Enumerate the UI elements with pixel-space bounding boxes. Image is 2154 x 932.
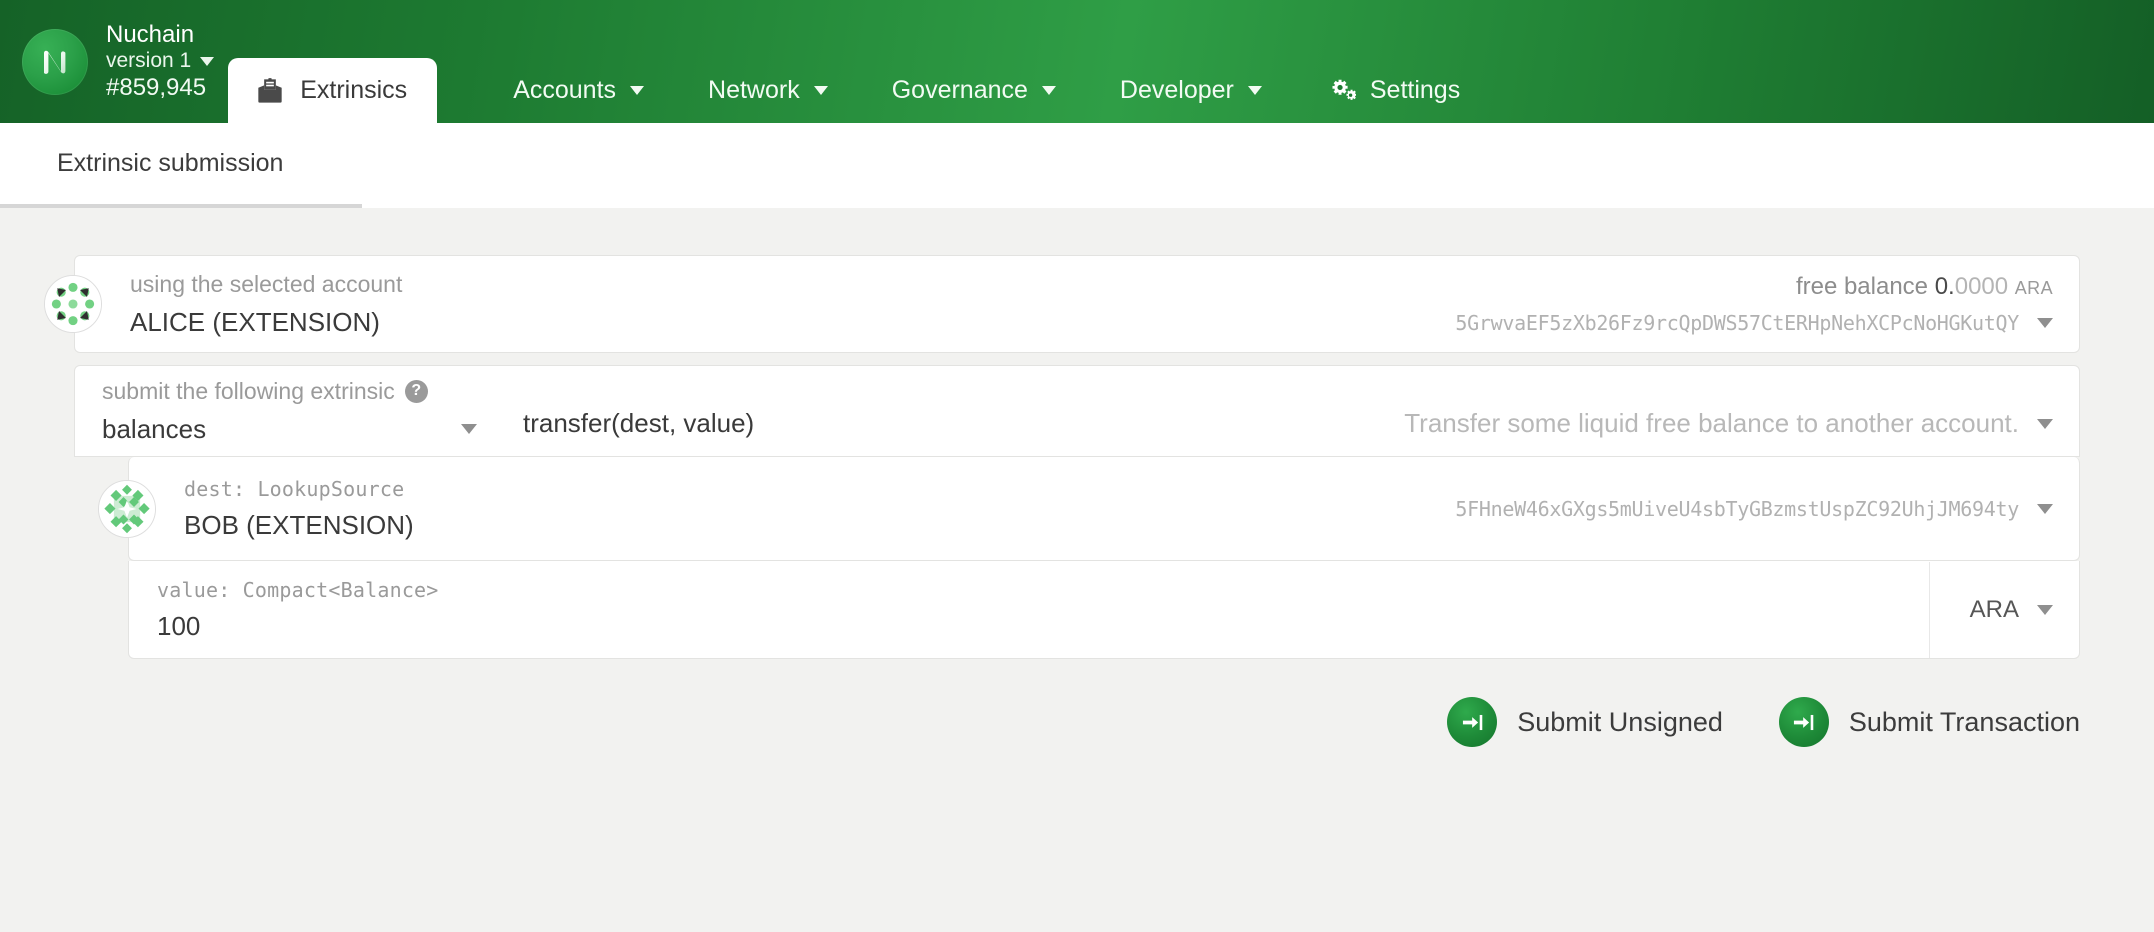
- value-unit-label: ARA: [1969, 595, 2019, 623]
- nav-item-governance-label: Governance: [891, 76, 1028, 104]
- dest-field: dest: LookupSource BOB (EXTENSION): [129, 478, 1455, 540]
- envelope-open-text-icon: [256, 77, 284, 105]
- chevron-down-icon[interactable]: [2037, 418, 2053, 429]
- account-label: using the selected account: [130, 270, 403, 297]
- dest-address: 5FHneW46xGXgs5mUiveU4sbTyGBzmstUspZC92Uh…: [1455, 496, 2019, 521]
- chevron-down-icon: [1247, 86, 1262, 95]
- account-selector-row[interactable]: using the selected account ALICE (EXTENS…: [44, 255, 2080, 353]
- extrinsic-label: submit the following extrinsic ?: [102, 377, 495, 404]
- alice-identicon: [44, 275, 102, 333]
- dest-param-row[interactable]: dest: LookupSource BOB (EXTENSION) 5FHne…: [98, 457, 2080, 561]
- chevron-down-icon: [630, 86, 645, 95]
- extrinsic-form: using the selected account ALICE (EXTENS…: [0, 208, 2154, 747]
- free-balance-decimals: 0000: [1954, 273, 2009, 300]
- chevron-down-icon: [1041, 86, 1056, 95]
- chevron-down-icon[interactable]: [2037, 503, 2053, 514]
- tab-extrinsic-submission[interactable]: Extrinsic submission: [0, 123, 362, 208]
- account-field: using the selected account ALICE (EXTENS…: [75, 270, 1455, 337]
- extrinsic-method: transfer(dest, value): [523, 408, 755, 438]
- free-balance-unit: ARA: [2014, 278, 2053, 298]
- main-nav: Extrinsics Accounts Network Governance D…: [228, 0, 2154, 123]
- submit-transaction-label: Submit Transaction: [1848, 706, 2080, 737]
- nav-item-developer-label: Developer: [1119, 76, 1234, 104]
- nuchain-logo-icon: [22, 28, 88, 95]
- app-header: Nuchain version 1 #859,945 Extrinsics Ac…: [0, 0, 2154, 123]
- account-value: ALICE (EXTENSION): [130, 306, 380, 337]
- extrinsic-section-value-wrap: balances: [102, 415, 495, 444]
- dest-address-row[interactable]: 5FHneW46xGXgs5mUiveU4sbTyGBzmstUspZC92Uh…: [1455, 497, 2053, 521]
- account-address: 5GrwvaEF5zXb26Fz9rcQpDWS57CtERHpNehXCPcN…: [1455, 311, 2019, 335]
- extrinsic-description-wrap[interactable]: Transfer some liquid free balance to ano…: [1404, 408, 2079, 456]
- free-balance-label: free balance: [1795, 273, 1929, 300]
- extrinsic-description: Transfer some liquid free balance to ano…: [1404, 408, 2019, 438]
- nav-item-network[interactable]: Network: [676, 76, 860, 105]
- nav-item-network-label: Network: [708, 76, 800, 104]
- chevron-down-icon: [813, 86, 828, 95]
- chevron-down-icon[interactable]: [2037, 318, 2053, 328]
- chevron-down-icon: [200, 56, 215, 66]
- nav-item-settings[interactable]: Settings: [1294, 76, 1492, 105]
- action-bar: Submit Unsigned Submit Transaction: [0, 659, 2154, 747]
- tab-extrinsic-submission-label: Extrinsic submission: [57, 149, 284, 177]
- sign-in-arrow-icon: [1778, 697, 1829, 747]
- brand-block: Nuchain version 1 #859,945: [0, 0, 228, 123]
- submit-unsigned-label: Submit Unsigned: [1517, 706, 1723, 737]
- dest-label: dest: LookupSource: [184, 476, 405, 501]
- bob-identicon: [98, 479, 156, 538]
- account-address-row[interactable]: 5GrwvaEF5zXb26Fz9rcQpDWS57CtERHpNehXCPcN…: [1455, 311, 2053, 335]
- chain-name: Nuchain: [106, 20, 195, 48]
- extrinsic-section-value: balances: [102, 413, 207, 444]
- chain-version-label: version 1: [106, 49, 192, 73]
- nav-item-developer[interactable]: Developer: [1088, 76, 1294, 105]
- sign-in-arrow-icon: [1447, 697, 1498, 747]
- free-balance-integer: 0.: [1934, 273, 1955, 300]
- value-label: value: Compact<Balance>: [157, 577, 439, 602]
- gears-icon: [1326, 78, 1356, 104]
- nav-item-settings-label: Settings: [1369, 76, 1461, 104]
- account-right-column: free balance 0.0000 ARA 5GrwvaEF5zXb26Fz…: [1455, 273, 2079, 335]
- nav-items: Accounts Network Governance Developer Se…: [437, 58, 1492, 123]
- dest-value: BOB (EXTENSION): [184, 509, 414, 540]
- tab-extrinsics[interactable]: Extrinsics: [228, 58, 438, 123]
- value-unit-selector[interactable]: ARA: [1928, 561, 2079, 658]
- chevron-down-icon[interactable]: [461, 424, 477, 435]
- value-field: value: Compact<Balance> 100: [129, 579, 1929, 641]
- chevron-down-icon[interactable]: [2037, 604, 2053, 615]
- extrinsic-selector-row[interactable]: submit the following extrinsic ? balance…: [74, 365, 2080, 457]
- nav-item-accounts[interactable]: Accounts: [481, 76, 676, 105]
- tab-extrinsics-label: Extrinsics: [300, 76, 408, 104]
- chain-version[interactable]: version 1: [106, 49, 215, 74]
- page-tab-strip: Extrinsic submission: [0, 123, 2154, 208]
- block-number: #859,945: [106, 73, 207, 101]
- value-param-row[interactable]: value: Compact<Balance> 100 ARA: [128, 561, 2080, 659]
- submit-unsigned-button[interactable]: Submit Unsigned: [1447, 697, 1723, 747]
- value-input[interactable]: 100: [157, 612, 1929, 641]
- submit-transaction-button[interactable]: Submit Transaction: [1778, 697, 2080, 747]
- free-balance: free balance 0.0000 ARA: [1796, 273, 2053, 301]
- nav-item-accounts-label: Accounts: [513, 76, 617, 104]
- extrinsic-section-field[interactable]: submit the following extrinsic ? balance…: [75, 377, 495, 444]
- extrinsic-label-text: submit the following extrinsic: [102, 377, 395, 404]
- nav-item-governance[interactable]: Governance: [860, 76, 1088, 105]
- dest-right-column: 5FHneW46xGXgs5mUiveU4sbTyGBzmstUspZC92Uh…: [1455, 497, 2079, 521]
- help-icon[interactable]: ?: [404, 379, 428, 403]
